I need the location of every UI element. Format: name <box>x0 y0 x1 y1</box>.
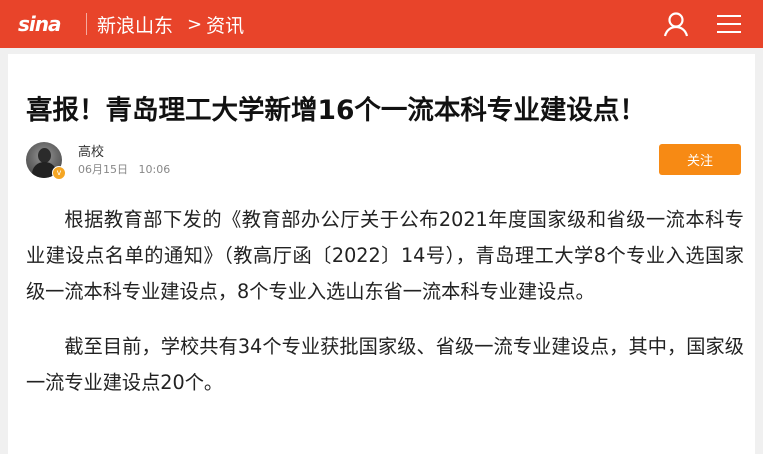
article-title: 喜报！青岛理工大学新增16个一流本科专业建设点！ <box>26 95 646 126</box>
author-row: v 高校 06月15日 10:06 关注 <box>26 142 741 180</box>
article-paragraph: 根据教育部下发的《教育部办公厅关于公布2021年度国家级和省级一流本科专业建设点… <box>26 208 744 303</box>
article-body: 根据教育部下发的《教育部办公厅关于公布2021年度国家级和省级一流本科专业建设点… <box>26 202 744 401</box>
publish-date: 06月15日 <box>78 163 128 176</box>
breadcrumb-separator: > <box>187 13 203 35</box>
article-card: 喜报！青岛理工大学新增16个一流本科专业建设点！ v 高校 06月15日 10:… <box>8 54 755 454</box>
menu-icon[interactable] <box>717 9 747 39</box>
user-icon[interactable] <box>661 9 691 39</box>
publish-clock: 10:06 <box>138 163 171 176</box>
publish-time: 06月15日 10:06 <box>78 161 170 177</box>
logo-divider <box>86 13 87 35</box>
subchannel-link[interactable]: 资讯 <box>206 11 244 38</box>
article-paragraph: 截至目前，学校共有34个专业获批国家级、省级一流专业建设点，其中，国家级一流专业… <box>26 335 744 394</box>
channel-link[interactable]: 新浪山东 <box>97 11 173 38</box>
top-nav-bar: sina 新浪山东 > 资讯 <box>0 0 763 48</box>
author-name[interactable]: 高校 <box>78 141 104 160</box>
sina-logo[interactable]: sina <box>18 9 72 39</box>
follow-button[interactable]: 关注 <box>659 144 741 175</box>
verified-icon: v <box>52 166 66 180</box>
